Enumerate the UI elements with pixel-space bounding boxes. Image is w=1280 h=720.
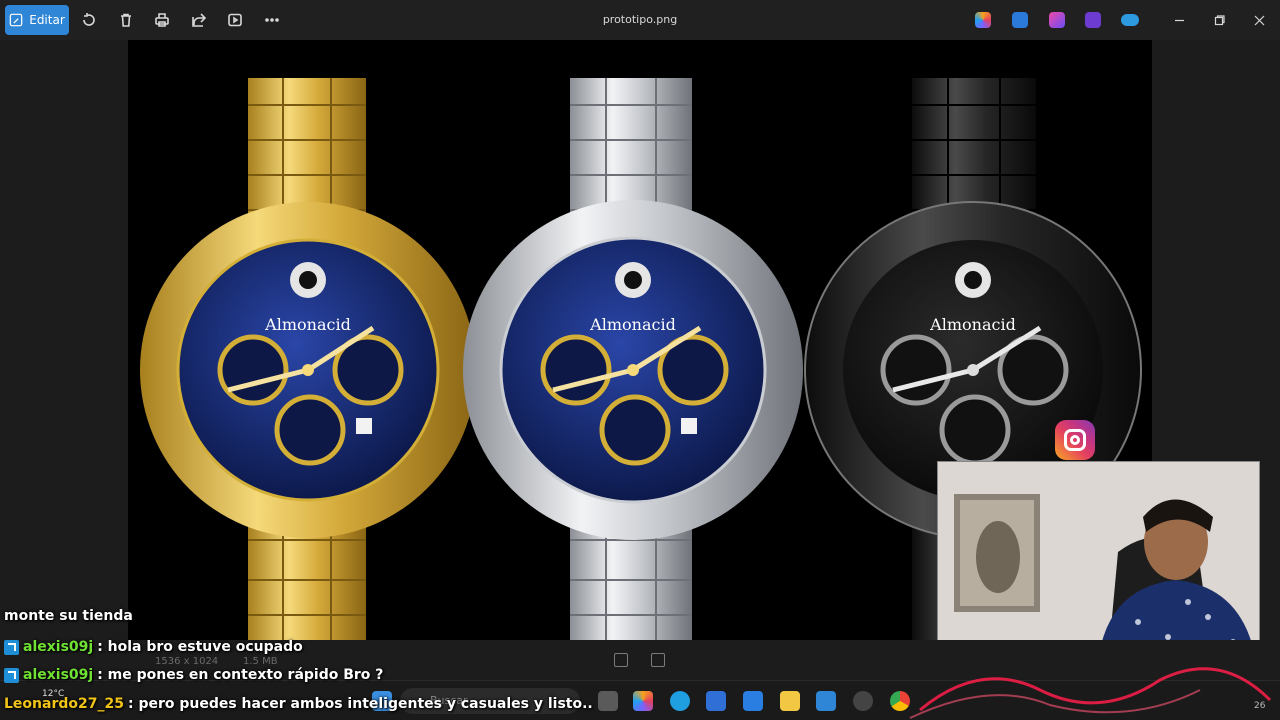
fit-to-window-icon[interactable] xyxy=(614,653,628,667)
gold-watch: Almonacid xyxy=(140,78,476,640)
settings-icon[interactable] xyxy=(853,691,873,711)
gold-brand-text: Almonacid xyxy=(264,315,351,334)
chat-message: alexis09j : me pones en contexto rápido … xyxy=(4,667,383,683)
edit-button[interactable]: Editar xyxy=(5,5,69,35)
designer-icon[interactable] xyxy=(1012,12,1028,28)
edit-label: Editar xyxy=(29,13,65,27)
chat-text: : hola bro estuve ocupado xyxy=(97,639,303,655)
store-icon[interactable] xyxy=(706,691,726,711)
delete-icon[interactable] xyxy=(116,10,136,30)
copilot-taskbar-icon[interactable] xyxy=(633,691,653,711)
chat-username: Leonardo27_25 xyxy=(4,696,124,712)
chat-message: alexis09j : hola bro estuve ocupado xyxy=(4,639,303,655)
black-brand-text: Almonacid xyxy=(929,315,1016,334)
minimize-button[interactable] xyxy=(1168,10,1190,30)
file-size: 1.5 MB xyxy=(243,656,278,667)
chat-message: Leonardo27_25 : pero puedes hacer ambos … xyxy=(4,696,593,712)
chat-text: : pero puedes hacer ambos inteligentes y… xyxy=(127,696,593,712)
rotate-icon[interactable] xyxy=(79,10,99,30)
chat-text: monte su tienda xyxy=(4,608,133,624)
photo-viewer-window: Editar prototipo.png Almonacid Almonacid… xyxy=(0,0,1280,720)
maximize-button[interactable] xyxy=(1208,10,1230,30)
more-icon[interactable] xyxy=(262,10,282,30)
slideshow-icon[interactable] xyxy=(225,10,245,30)
video-editor-icon[interactable] xyxy=(1085,12,1101,28)
neon-overlay xyxy=(909,667,1272,719)
silver-brand-text: Almonacid xyxy=(589,315,676,334)
webcam-illustration xyxy=(938,462,1259,659)
mail-icon[interactable] xyxy=(743,691,763,711)
copilot-icon[interactable] xyxy=(975,12,991,28)
actual-size-icon[interactable] xyxy=(651,653,665,667)
prime-badge-icon xyxy=(4,639,19,655)
close-button[interactable] xyxy=(1248,10,1270,30)
edit-icon xyxy=(9,13,23,27)
silver-watch: Almonacid xyxy=(463,78,803,640)
prime-badge-icon xyxy=(4,667,19,683)
title-bar: Editar prototipo.png xyxy=(0,0,1280,40)
image-dimensions: 1536 x 1024 xyxy=(155,656,219,667)
chat-text: : me pones en contexto rápido Bro ? xyxy=(97,667,384,683)
instagram-icon xyxy=(1055,420,1095,460)
webcam-overlay xyxy=(937,461,1260,660)
task-view-icon[interactable] xyxy=(598,691,618,711)
onedrive-icon[interactable] xyxy=(1121,14,1139,26)
chat-username: alexis09j xyxy=(23,667,94,683)
file-explorer-icon[interactable] xyxy=(780,691,800,711)
photos-icon[interactable] xyxy=(816,691,836,711)
share-icon[interactable] xyxy=(189,10,209,30)
chat-message: monte su tienda xyxy=(4,608,133,624)
chat-username: alexis09j xyxy=(23,639,94,655)
clipchamp-icon[interactable] xyxy=(1049,12,1065,28)
print-icon[interactable] xyxy=(152,10,172,30)
edge-icon[interactable] xyxy=(670,691,690,711)
